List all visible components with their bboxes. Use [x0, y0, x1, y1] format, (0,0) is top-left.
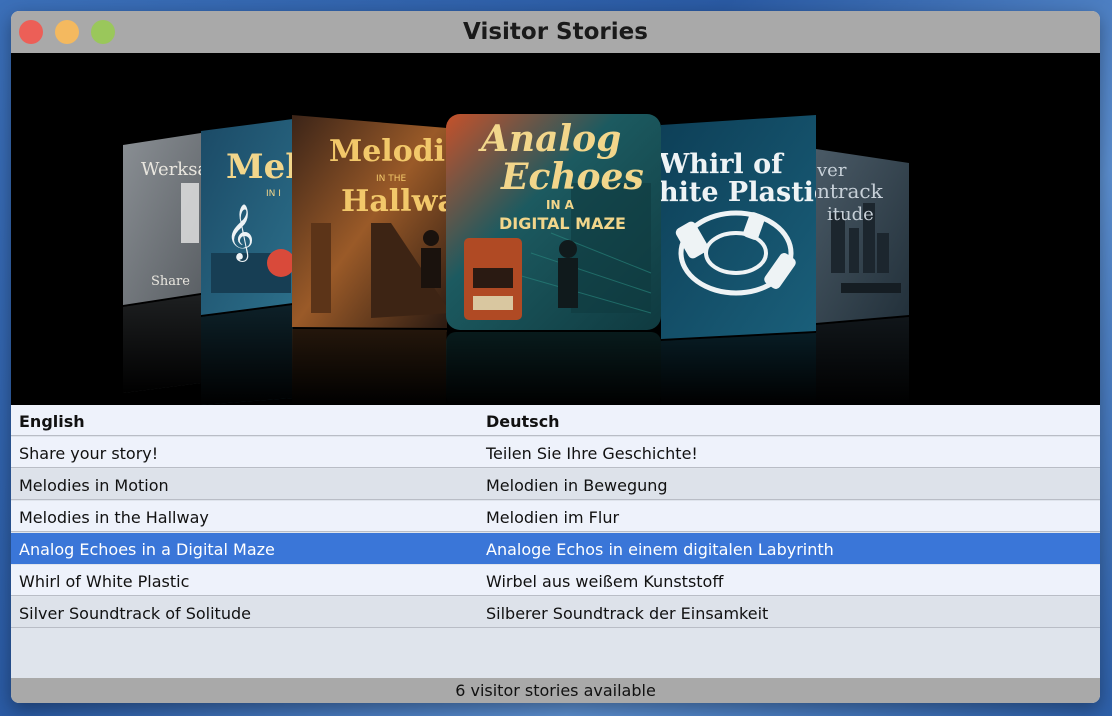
column-header-english[interactable]: English — [19, 412, 85, 431]
status-bar: 6 visitor stories available — [11, 678, 1100, 703]
cell-deutsch: Wirbel aus weißem Kunststoff — [486, 572, 724, 591]
cover-3-title: Analog — [478, 118, 621, 160]
cell-english: Analog Echoes in a Digital Maze — [19, 540, 275, 559]
cover-3-subtitle-b: DIGITAL MAZE — [499, 214, 626, 233]
cover-melodies-in-motion[interactable]: Mel IN I 𝄞 — [201, 119, 298, 405]
cover-flow[interactable]: Werksa Share Mel IN I 𝄞 Melodies IN THE … — [11, 53, 1100, 405]
cover-silver-soundtrack[interactable]: ver ntrack itude — [816, 149, 909, 405]
cover-5-subtitle-b: itude — [827, 204, 874, 225]
cell-english: Whirl of White Plastic — [19, 572, 190, 591]
cover-analog-echoes[interactable]: Analog Echoes IN A DIGITAL MAZE — [446, 114, 661, 405]
cover-4-subtitle: hite Plastic — [659, 177, 830, 208]
cover-1-subtitle: IN I — [266, 189, 281, 199]
title-bar[interactable]: Visitor Stories — [11, 11, 1100, 53]
cover-3-subtitle: IN A — [546, 198, 575, 212]
table-row[interactable]: Silver Soundtrack of Solitude Silberer S… — [11, 597, 1100, 628]
cover-5-subtitle: ntrack — [817, 179, 884, 203]
cell-deutsch: Silberer Soundtrack der Einsamkeit — [486, 604, 769, 623]
table-row[interactable]: Melodies in Motion Melodien in Bewegung — [11, 469, 1100, 500]
cell-deutsch: Teilen Sie Ihre Geschichte! — [486, 444, 698, 463]
table-row[interactable]: Share your story! Teilen Sie Ihre Geschi… — [11, 437, 1100, 468]
cover-4-title: Whirl of — [658, 149, 785, 180]
cover-0-subtitle: Share — [151, 274, 190, 289]
svg-text:𝄞: 𝄞 — [226, 204, 254, 262]
stories-table: English Deutsch Share your story! Teilen… — [11, 405, 1100, 678]
cover-whirl-of-white-plastic[interactable]: Whirl of hite Plastic — [658, 115, 830, 405]
table-row-selected[interactable]: Analog Echoes in a Digital Maze Analoge … — [11, 533, 1100, 564]
cover-2-subtitle: IN THE — [376, 174, 407, 184]
app-window: Visitor Stories Werksa Share Mel IN I 𝄞 … — [11, 11, 1100, 703]
cover-3-title-b: Echoes — [500, 156, 644, 198]
column-header-deutsch[interactable]: Deutsch — [486, 412, 560, 431]
cell-deutsch: Melodien im Flur — [486, 508, 620, 527]
cover-0-title: Werksa — [141, 159, 208, 180]
table-header: English Deutsch — [11, 405, 1100, 436]
cover-1-title: Mel — [226, 147, 298, 187]
cell-deutsch: Analoge Echos in einem digitalen Labyrin… — [486, 540, 834, 559]
window-title: Visitor Stories — [463, 19, 648, 45]
cell-english: Share your story! — [19, 444, 159, 463]
table-row[interactable]: Melodies in the Hallway Melodien im Flur — [11, 501, 1100, 532]
cell-deutsch: Melodien in Bewegung — [486, 476, 668, 495]
cover-share-your-story[interactable]: Werksa Share — [123, 133, 208, 393]
cover-5-title: ver — [816, 160, 847, 181]
table-row[interactable]: Whirl of White Plastic Wirbel aus weißem… — [11, 565, 1100, 596]
cover-flow-canvas: Werksa Share Mel IN I 𝄞 Melodies IN THE … — [123, 114, 909, 405]
cell-english: Silver Soundtrack of Solitude — [19, 604, 251, 623]
cell-english: Melodies in the Hallway — [19, 508, 209, 527]
cell-english: Melodies in Motion — [19, 476, 169, 495]
